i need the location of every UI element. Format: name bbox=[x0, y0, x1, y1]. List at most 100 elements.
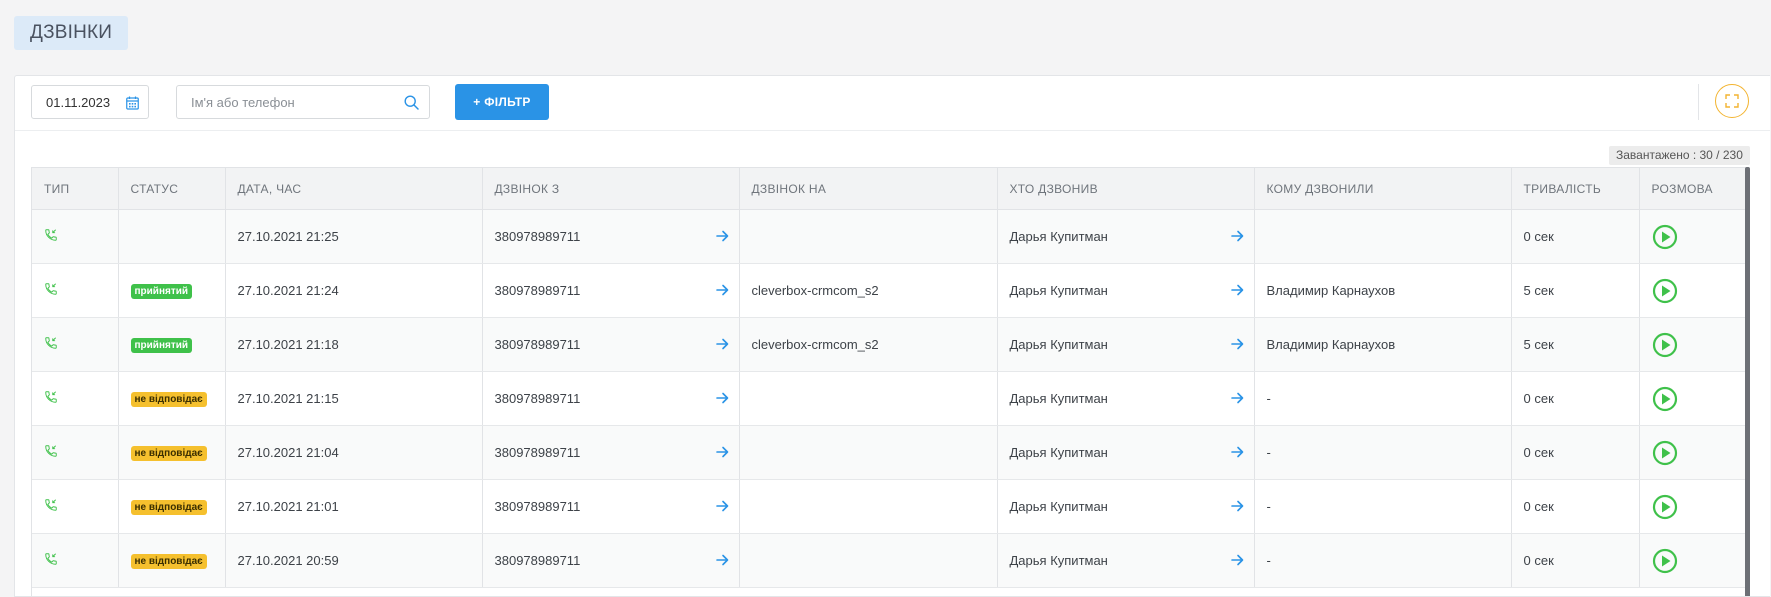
table-row[interactable]: прийнятий 27.10.2021 21:18 380978989711 cle… bbox=[32, 317, 1747, 372]
cell-datetime: 27.10.2021 21:01 bbox=[225, 479, 483, 534]
cell-from: 380978989711 bbox=[482, 371, 740, 426]
cell-type bbox=[32, 479, 119, 534]
play-icon[interactable] bbox=[1652, 386, 1678, 412]
col-header-recording[interactable]: РОЗМОВА bbox=[1639, 168, 1747, 210]
table-row[interactable]: не відповідає 27.10.2021 20:59 38097898971… bbox=[32, 533, 1747, 588]
cell-to bbox=[739, 371, 998, 426]
table-scrollbar[interactable] bbox=[1745, 167, 1750, 596]
search-icon[interactable] bbox=[404, 95, 419, 115]
cell-caller: Дарья Купитман bbox=[997, 533, 1255, 588]
arrow-right-icon[interactable] bbox=[715, 446, 729, 461]
cell-to: cleverbox-crmcom_s2 bbox=[739, 263, 998, 318]
cell-datetime: 27.10.2021 21:25 bbox=[225, 209, 483, 264]
calls-panel: 01.11.2023 + ФІЛЬТР Завантажено : 30 / 2… bbox=[14, 75, 1770, 597]
search-input[interactable] bbox=[191, 86, 391, 118]
cell-datetime: 27.10.2021 21:18 bbox=[225, 317, 483, 372]
from-number: 380978989711 bbox=[494, 337, 581, 352]
cell-from: 380978989711 bbox=[482, 317, 740, 372]
caller-name: Дарья Купитман bbox=[1009, 337, 1108, 352]
cell-type bbox=[32, 209, 119, 264]
play-icon[interactable] bbox=[1652, 278, 1678, 304]
toolbar-divider bbox=[1698, 84, 1699, 120]
cell-type bbox=[32, 425, 119, 480]
incoming-call-icon bbox=[44, 229, 58, 245]
col-header-from[interactable]: ДЗВІНОК З bbox=[482, 168, 740, 210]
cell-caller: Дарья Купитман bbox=[997, 209, 1255, 264]
toolbar: 01.11.2023 + ФІЛЬТР bbox=[15, 76, 1770, 131]
caller-name: Дарья Купитман bbox=[1009, 445, 1108, 460]
fullscreen-button[interactable] bbox=[1715, 84, 1749, 118]
cell-to bbox=[739, 209, 998, 264]
add-filter-button[interactable]: + ФІЛЬТР bbox=[455, 84, 549, 120]
arrow-right-icon[interactable] bbox=[715, 554, 729, 569]
cell-callee: - bbox=[1254, 371, 1512, 426]
caller-name: Дарья Купитман bbox=[1009, 499, 1108, 514]
cell-datetime: 27.10.2021 20:59 bbox=[225, 533, 483, 588]
arrow-right-icon[interactable] bbox=[1230, 392, 1244, 407]
col-header-status[interactable]: СТАТУС bbox=[118, 168, 226, 210]
cell-callee bbox=[1254, 209, 1512, 264]
cell-callee: Владимир Карнаухов bbox=[1254, 317, 1512, 372]
cell-recording bbox=[1639, 209, 1747, 264]
arrow-right-icon[interactable] bbox=[1230, 338, 1244, 353]
cell-caller: Дарья Купитман bbox=[997, 317, 1255, 372]
col-header-datetime[interactable]: ДАТА, ЧАС bbox=[225, 168, 483, 210]
arrow-right-icon[interactable] bbox=[715, 338, 729, 353]
cell-type bbox=[32, 263, 119, 318]
page-title: ДЗВІНКИ bbox=[14, 16, 129, 50]
cell-caller: Дарья Купитман bbox=[997, 479, 1255, 534]
arrow-right-icon[interactable] bbox=[715, 500, 729, 515]
status-badge: не відповідає bbox=[130, 554, 207, 569]
col-header-duration[interactable]: ТРИВАЛІСТЬ bbox=[1511, 168, 1640, 210]
arrow-right-icon[interactable] bbox=[1230, 284, 1244, 299]
incoming-call-icon bbox=[44, 283, 58, 299]
cell-datetime: 27.10.2021 21:15 bbox=[225, 371, 483, 426]
cell-recording bbox=[1639, 533, 1747, 588]
cell-from: 380978989711 bbox=[482, 533, 740, 588]
table-row[interactable]: не відповідає 27.10.2021 21:15 38097898971… bbox=[32, 371, 1747, 426]
play-icon[interactable] bbox=[1652, 332, 1678, 358]
cell-duration: 0 сек bbox=[1511, 425, 1640, 480]
incoming-call-icon bbox=[44, 445, 58, 461]
col-header-type[interactable]: ТИП bbox=[32, 168, 119, 210]
col-header-callee[interactable]: КОМУ ДЗВОНИЛИ bbox=[1254, 168, 1512, 210]
cell-duration: 0 сек bbox=[1511, 479, 1640, 534]
play-icon[interactable] bbox=[1652, 494, 1678, 520]
cell-recording bbox=[1639, 425, 1747, 480]
calls-table-wrap: ТИП СТАТУС ДАТА, ЧАС ДЗВІНОК З ДЗВІНОК Н… bbox=[31, 167, 1749, 596]
cell-status: не відповідає bbox=[118, 425, 226, 480]
arrow-right-icon[interactable] bbox=[1230, 230, 1244, 245]
arrow-right-icon[interactable] bbox=[715, 284, 729, 299]
cell-caller: Дарья Купитман bbox=[997, 263, 1255, 318]
from-number: 380978989711 bbox=[494, 553, 581, 568]
cell-duration: 0 сек bbox=[1511, 533, 1640, 588]
cell-callee: - bbox=[1254, 533, 1512, 588]
cell-from: 380978989711 bbox=[482, 425, 740, 480]
table-row[interactable]: не відповідає 27.10.2021 21:01 38097898971… bbox=[32, 479, 1747, 534]
arrow-right-icon[interactable] bbox=[1230, 500, 1244, 515]
cell-to bbox=[739, 479, 998, 534]
status-badge: не відповідає bbox=[130, 392, 207, 407]
arrow-right-icon[interactable] bbox=[1230, 446, 1244, 461]
search-box bbox=[176, 85, 430, 119]
cell-callee: - bbox=[1254, 425, 1512, 480]
arrow-right-icon[interactable] bbox=[1230, 554, 1244, 569]
play-icon[interactable] bbox=[1652, 548, 1678, 574]
from-number: 380978989711 bbox=[494, 499, 581, 514]
play-icon[interactable] bbox=[1652, 440, 1678, 466]
cell-to bbox=[739, 533, 998, 588]
table-row[interactable]: прийнятий 27.10.2021 21:24 380978989711 cle… bbox=[32, 263, 1747, 318]
calendar-icon[interactable] bbox=[126, 96, 139, 115]
play-icon[interactable] bbox=[1652, 224, 1678, 250]
date-picker[interactable]: 01.11.2023 bbox=[31, 85, 149, 119]
arrow-right-icon[interactable] bbox=[715, 392, 729, 407]
cell-datetime: 27.10.2021 21:04 bbox=[225, 425, 483, 480]
cell-duration: 0 сек bbox=[1511, 371, 1640, 426]
arrow-right-icon[interactable] bbox=[715, 230, 729, 245]
cell-duration: 5 сек bbox=[1511, 317, 1640, 372]
col-header-caller[interactable]: ХТО ДЗВОНИВ bbox=[997, 168, 1255, 210]
caller-name: Дарья Купитман bbox=[1009, 283, 1108, 298]
table-row[interactable]: 27.10.2021 21:25 380978989711 Дарья Купитм… bbox=[32, 209, 1747, 264]
col-header-to[interactable]: ДЗВІНОК НА bbox=[739, 168, 998, 210]
table-row[interactable]: не відповідає 27.10.2021 21:04 38097898971… bbox=[32, 425, 1747, 480]
